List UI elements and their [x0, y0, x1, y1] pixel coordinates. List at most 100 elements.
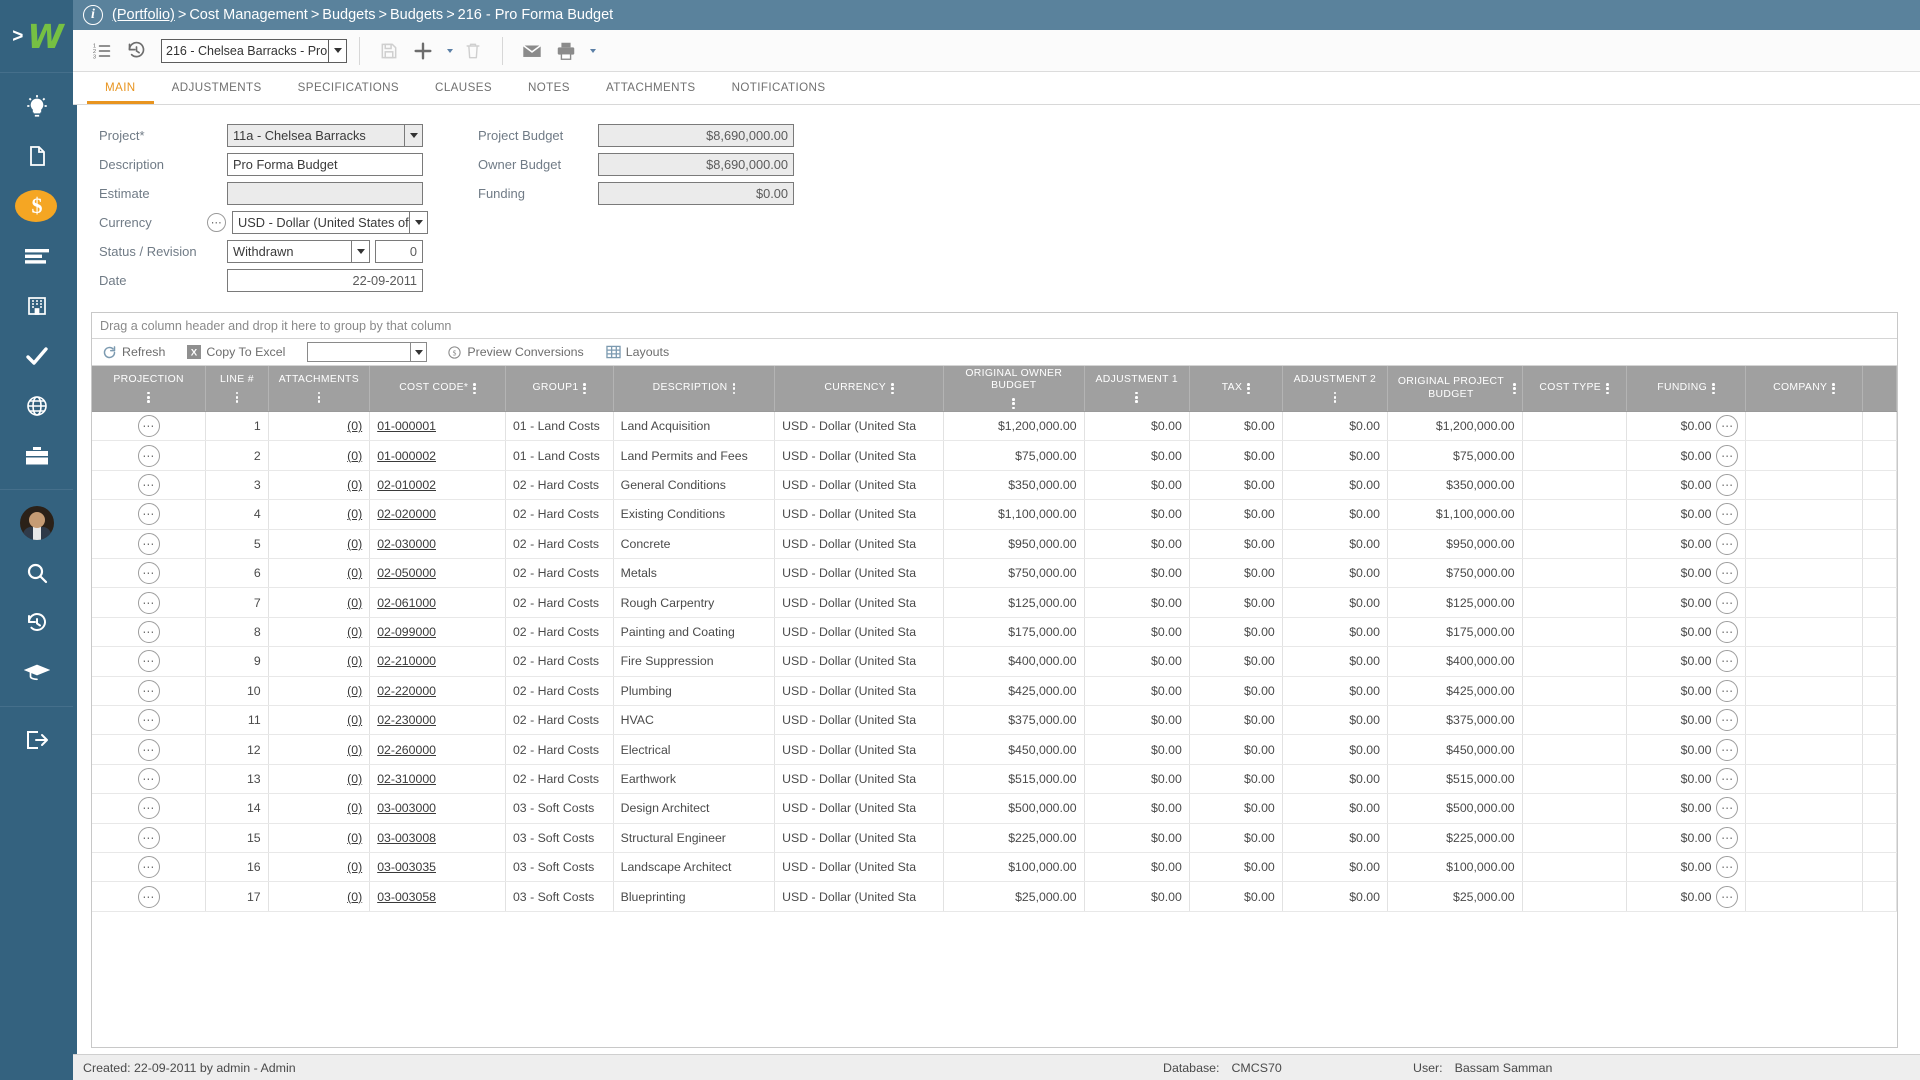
rail-item-global[interactable] — [0, 381, 73, 431]
cell-funding[interactable]: $0.00 ⋯ — [1626, 499, 1747, 530]
tab-notes[interactable]: NOTES — [510, 73, 588, 104]
cell-projection[interactable]: ⋯ — [92, 793, 207, 824]
layout-select-arrow[interactable] — [410, 343, 426, 361]
record-selector[interactable]: 216 - Chelsea Barracks - Pro Forma B — [161, 38, 347, 63]
attachment-count-link[interactable]: (0) — [347, 684, 362, 698]
table-row[interactable]: ⋯ 11 (0) 02-230000 02 - Hard Costs HVAC USD - … — [92, 705, 1897, 736]
project-select[interactable]: 11a - Chelsea Barracks — [227, 123, 423, 147]
funding-detail-button[interactable]: ⋯ — [1716, 679, 1739, 702]
attachment-count-link[interactable]: (0) — [347, 625, 362, 639]
group-by-dropzone[interactable]: Drag a column header and drop it here to… — [92, 313, 1897, 339]
attachment-count-link[interactable]: (0) — [347, 478, 362, 492]
cell-projection[interactable]: ⋯ — [92, 705, 207, 736]
cost-code-link[interactable]: 02-260000 — [377, 743, 436, 757]
table-row[interactable]: ⋯ 17 (0) 03-003058 03 - Soft Costs Blueprinti… — [92, 881, 1897, 912]
table-row[interactable]: ⋯ 9 (0) 02-210000 02 - Hard Costs Fire Suppre… — [92, 646, 1897, 677]
cell-funding[interactable]: $0.00 ⋯ — [1626, 852, 1747, 883]
cell-attachments[interactable]: (0) — [268, 852, 371, 883]
row-menu-button[interactable]: ⋯ — [137, 444, 160, 467]
cell-attachments[interactable]: (0) — [268, 440, 371, 471]
cell-cost-code[interactable]: 02-020000 — [369, 499, 506, 530]
cost-code-link[interactable]: 02-050000 — [377, 566, 436, 580]
cell-attachments[interactable]: (0) — [268, 646, 371, 677]
row-menu-button[interactable]: ⋯ — [137, 532, 160, 555]
date-input[interactable]: 22-09-2011 — [227, 268, 423, 292]
table-row[interactable]: ⋯ 3 (0) 02-010002 02 - Hard Costs General Con… — [92, 470, 1897, 501]
table-row[interactable]: ⋯ 6 (0) 02-050000 02 - Hard Costs Metals USD -… — [92, 558, 1897, 589]
print-button[interactable] — [549, 34, 583, 68]
cell-funding[interactable]: $0.00 ⋯ — [1626, 587, 1747, 618]
description-input[interactable]: Pro Forma Budget — [227, 152, 423, 176]
col-header-original-project-budget[interactable]: ORIGINAL PROJECT BUDGET — [1387, 366, 1523, 413]
rail-item-learning[interactable] — [0, 648, 73, 698]
cell-attachments[interactable]: (0) — [268, 676, 371, 707]
cell-cost-code[interactable]: 02-260000 — [369, 734, 506, 765]
cell-projection[interactable]: ⋯ — [92, 646, 207, 677]
attachment-count-link[interactable]: (0) — [347, 772, 362, 786]
table-row[interactable]: ⋯ 5 (0) 02-030000 02 - Hard Costs Concrete USD… — [92, 529, 1897, 560]
cell-cost-code[interactable]: 02-050000 — [369, 558, 506, 589]
preview-conversions-button[interactable]: $ Preview Conversions — [447, 345, 584, 360]
col-header-adjustment-1[interactable]: ADJUSTMENT 1 — [1084, 366, 1190, 413]
funding-detail-button[interactable]: ⋯ — [1716, 444, 1739, 467]
column-menu-icon[interactable] — [317, 391, 321, 403]
email-button[interactable] — [515, 34, 549, 68]
funding-detail-button[interactable]: ⋯ — [1716, 738, 1739, 761]
rail-item-recent[interactable] — [0, 598, 73, 648]
add-button[interactable] — [406, 34, 440, 68]
col-header-description[interactable]: DESCRIPTION — [613, 366, 776, 413]
funding-detail-button[interactable]: ⋯ — [1716, 503, 1739, 526]
cell-cost-code[interactable]: 01-000001 — [369, 411, 506, 442]
cell-funding[interactable]: $0.00 ⋯ — [1626, 793, 1747, 824]
col-header-cost-code[interactable]: COST CODE* — [369, 366, 506, 413]
row-menu-button[interactable]: ⋯ — [137, 591, 160, 614]
funding-detail-button[interactable]: ⋯ — [1716, 885, 1739, 908]
app-logo[interactable]: > W — [0, 0, 73, 73]
cost-code-link[interactable]: 02-230000 — [377, 713, 436, 727]
attachment-count-link[interactable]: (0) — [347, 596, 362, 610]
record-selector-value[interactable]: 216 - Chelsea Barracks - Pro Forma B — [162, 40, 328, 62]
cell-funding[interactable]: $0.00 ⋯ — [1626, 823, 1747, 853]
column-menu-icon[interactable] — [1135, 391, 1138, 403]
estimate-input[interactable] — [227, 181, 423, 205]
cell-projection[interactable]: ⋯ — [92, 470, 207, 501]
cell-cost-code[interactable]: 03-003000 — [369, 793, 506, 824]
status-select-arrow[interactable] — [351, 240, 369, 262]
column-menu-icon[interactable] — [1512, 382, 1516, 395]
breadcrumb-part-1[interactable]: Budgets — [322, 7, 375, 23]
attachment-count-link[interactable]: (0) — [347, 890, 362, 904]
cell-cost-code[interactable]: 03-003058 — [369, 881, 506, 912]
row-menu-button[interactable]: ⋯ — [137, 621, 160, 644]
cell-cost-code[interactable]: 02-010002 — [369, 470, 506, 501]
attachment-count-link[interactable]: (0) — [347, 566, 362, 580]
tab-attachments[interactable]: ATTACHMENTS — [588, 73, 714, 104]
attachment-count-link[interactable]: (0) — [347, 419, 362, 433]
cell-funding[interactable]: $0.00 ⋯ — [1626, 881, 1747, 912]
funding-detail-button[interactable]: ⋯ — [1716, 767, 1739, 790]
cell-funding[interactable]: $0.00 ⋯ — [1626, 676, 1747, 707]
table-row[interactable]: ⋯ 10 (0) 02-220000 02 - Hard Costs Plumbing US… — [92, 676, 1897, 707]
attachment-count-link[interactable]: (0) — [347, 743, 362, 757]
tab-specifications[interactable]: SPECIFICATIONS — [280, 73, 417, 104]
cell-projection[interactable]: ⋯ — [92, 852, 207, 883]
cost-code-link[interactable]: 02-030000 — [377, 537, 436, 551]
col-header-line-number[interactable]: LINE # — [205, 366, 269, 413]
cell-cost-code[interactable]: 02-030000 — [369, 529, 506, 560]
column-menu-icon[interactable] — [1012, 397, 1016, 410]
row-menu-button[interactable]: ⋯ — [137, 709, 160, 732]
breadcrumb-root-link[interactable]: (Portfolio) — [112, 7, 175, 23]
row-menu-button[interactable]: ⋯ — [137, 503, 160, 526]
column-menu-icon[interactable] — [732, 382, 736, 395]
col-header-group1[interactable]: GROUP1 — [505, 366, 614, 413]
attachment-count-link[interactable]: (0) — [347, 713, 362, 727]
cell-projection[interactable]: ⋯ — [92, 734, 207, 765]
tab-adjustments[interactable]: ADJUSTMENTS — [154, 73, 280, 104]
column-menu-icon[interactable] — [235, 391, 239, 403]
copy-to-excel-button[interactable]: X Copy To Excel — [187, 345, 285, 359]
table-row[interactable]: ⋯ 1 (0) 01-000001 01 - Land Costs Land Acquis… — [92, 411, 1897, 442]
rail-item-user-avatar[interactable] — [0, 498, 73, 548]
cell-funding[interactable]: $0.00 ⋯ — [1626, 440, 1747, 471]
cell-projection[interactable]: ⋯ — [92, 587, 207, 618]
row-menu-button[interactable]: ⋯ — [137, 738, 160, 761]
cell-projection[interactable]: ⋯ — [92, 881, 207, 912]
